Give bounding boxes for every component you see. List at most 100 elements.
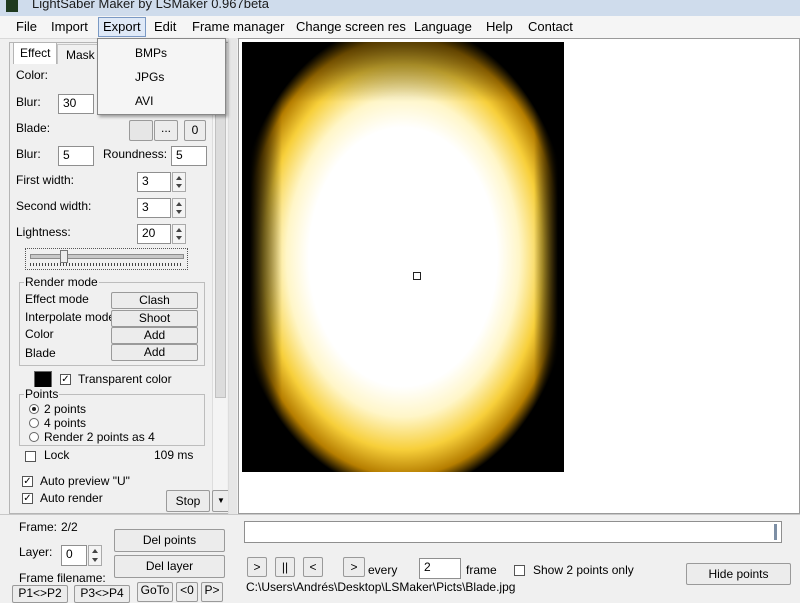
file-path: C:\Users\Andrés\Desktop\LSMaker\Picts\Bl… bbox=[246, 580, 516, 594]
stop-button[interactable]: Stop bbox=[166, 490, 210, 512]
roundness-label: Roundness: bbox=[103, 147, 168, 161]
layer-stepper[interactable] bbox=[88, 545, 102, 566]
title-bar: LightSaber Maker by LSMaker 0.967beta bbox=[0, 0, 800, 16]
slider-ticks bbox=[30, 263, 182, 266]
pause-button[interactable]: || bbox=[275, 557, 295, 577]
frame-filename-label: Frame filename: bbox=[19, 571, 106, 585]
radio-4-points-label: 4 points bbox=[44, 416, 87, 430]
lock-label: Lock bbox=[44, 448, 70, 462]
frame-label: Frame: bbox=[19, 520, 58, 534]
blade-browse-button[interactable]: ... bbox=[154, 120, 178, 141]
menu-frame-manager[interactable]: Frame manager bbox=[188, 19, 288, 35]
lightness-stepper[interactable] bbox=[172, 224, 186, 244]
export-avi[interactable]: AVI bbox=[135, 94, 153, 108]
lightness-slider[interactable] bbox=[25, 248, 188, 270]
second-width-label: Second width: bbox=[16, 199, 92, 213]
layer-input[interactable]: 0 bbox=[61, 545, 87, 566]
p1p2-button[interactable]: P1<>P2 bbox=[12, 585, 68, 603]
second-width-input[interactable]: 3 bbox=[137, 198, 171, 218]
effect-mode-label: Effect mode bbox=[25, 292, 89, 306]
play-button[interactable]: > bbox=[247, 557, 267, 577]
frame-value: 2/2 bbox=[61, 520, 78, 534]
menu-contact[interactable]: Contact bbox=[524, 19, 577, 35]
blade-mode-label: Blade bbox=[25, 346, 56, 360]
blade-color-swatch[interactable] bbox=[129, 120, 153, 141]
p3p4-button[interactable]: P3<>P4 bbox=[74, 585, 130, 603]
show-2-points-checkbox[interactable] bbox=[514, 565, 525, 576]
transparent-color-label: Transparent color bbox=[78, 372, 172, 386]
radio-2-points-label: 2 points bbox=[44, 402, 87, 416]
timeline-bar[interactable] bbox=[244, 521, 782, 543]
lock-checkbox[interactable] bbox=[25, 451, 36, 462]
roundness-input[interactable]: 5 bbox=[171, 146, 207, 166]
canvas-scrollbar[interactable] bbox=[228, 38, 237, 514]
blur-label: Blur: bbox=[16, 95, 41, 109]
lightness-input[interactable]: 20 bbox=[137, 224, 171, 244]
timeline-thumb[interactable] bbox=[774, 524, 777, 540]
blade-preview-image[interactable] bbox=[242, 42, 564, 472]
window-title: LightSaber Maker by LSMaker 0.967beta bbox=[32, 0, 270, 11]
blade-label: Blade: bbox=[16, 121, 51, 135]
menu-bar: File Import Export Edit Frame manager Ch… bbox=[0, 16, 800, 39]
tab-mask[interactable]: Mask bbox=[57, 44, 101, 64]
menu-language[interactable]: Language bbox=[410, 19, 476, 35]
hide-points-button[interactable]: Hide points bbox=[686, 563, 791, 585]
auto-preview-label: Auto preview "U" bbox=[40, 474, 130, 488]
tab-mask-label: Mask bbox=[66, 48, 95, 62]
export-bmps[interactable]: BMPs bbox=[135, 46, 167, 60]
points-title: Points bbox=[24, 387, 60, 401]
menu-export[interactable]: Export bbox=[98, 17, 146, 37]
first-width-input[interactable]: 3 bbox=[137, 172, 171, 192]
auto-render-label: Auto render bbox=[40, 491, 103, 505]
first-width-label: First width: bbox=[16, 173, 75, 187]
transparent-color-checkbox[interactable]: ✓ bbox=[60, 374, 71, 385]
blur2-label: Blur: bbox=[16, 147, 41, 161]
goto-button[interactable]: GoTo bbox=[137, 582, 173, 602]
effect-mode-button[interactable]: Clash bbox=[111, 292, 198, 309]
every-label: every bbox=[368, 563, 398, 577]
point-handle[interactable] bbox=[413, 272, 421, 280]
slider-thumb[interactable] bbox=[60, 250, 68, 263]
chevron-down-icon: ▼ bbox=[217, 496, 225, 505]
step-forward-button[interactable]: > bbox=[343, 557, 365, 577]
next-p-button[interactable]: P> bbox=[201, 582, 223, 602]
radio-2-points[interactable] bbox=[29, 404, 39, 414]
blur-input[interactable]: 30 bbox=[58, 94, 94, 114]
go-zero-button[interactable]: <0 bbox=[176, 582, 198, 602]
del-points-button[interactable]: Del points bbox=[114, 529, 225, 552]
menu-edit[interactable]: Edit bbox=[150, 19, 180, 35]
color-label: Color: bbox=[16, 68, 49, 82]
auto-preview-checkbox[interactable]: ✓ bbox=[22, 476, 33, 487]
render-time: 109 ms bbox=[154, 448, 194, 462]
first-width-stepper[interactable] bbox=[172, 172, 186, 192]
frame-unit-label: frame bbox=[466, 563, 497, 577]
menu-file[interactable]: File bbox=[12, 19, 41, 35]
second-width-stepper[interactable] bbox=[172, 198, 186, 218]
radio-render-2-as-4[interactable] bbox=[29, 432, 39, 442]
app-icon bbox=[6, 0, 18, 12]
slider-track bbox=[30, 254, 184, 259]
auto-render-checkbox[interactable]: ✓ bbox=[22, 493, 33, 504]
menu-change-screen-res[interactable]: Change screen res bbox=[292, 19, 410, 35]
tab-effect[interactable]: Effect bbox=[13, 42, 57, 64]
color-mode-button[interactable]: Add bbox=[111, 327, 198, 344]
blur2-input[interactable]: 5 bbox=[58, 146, 94, 166]
color-mode-label: Color bbox=[25, 327, 54, 341]
interpolate-mode-button[interactable]: Shoot bbox=[111, 310, 198, 327]
panel-scrollbar-thumb[interactable] bbox=[215, 66, 226, 398]
del-layer-button[interactable]: Del layer bbox=[114, 555, 225, 578]
step-back-button[interactable]: < bbox=[303, 557, 323, 577]
radio-4-points[interactable] bbox=[29, 418, 39, 428]
export-dropdown-menu: BMPs JPGs AVI bbox=[97, 38, 226, 115]
blade-zero-button[interactable]: 0 bbox=[184, 120, 206, 141]
radio-render-2-as-4-label: Render 2 points as 4 bbox=[44, 430, 155, 444]
tab-effect-label: Effect bbox=[20, 46, 51, 60]
panel-scrollbar[interactable] bbox=[212, 64, 227, 496]
export-jpgs[interactable]: JPGs bbox=[135, 70, 164, 84]
blade-mode-button[interactable]: Add bbox=[111, 344, 198, 361]
interpolate-mode-label: Interpolate mode bbox=[25, 310, 116, 324]
menu-help[interactable]: Help bbox=[482, 19, 517, 35]
every-input[interactable]: 2 bbox=[419, 558, 461, 579]
menu-import[interactable]: Import bbox=[47, 19, 92, 35]
render-mode-title: Render mode bbox=[24, 275, 99, 289]
